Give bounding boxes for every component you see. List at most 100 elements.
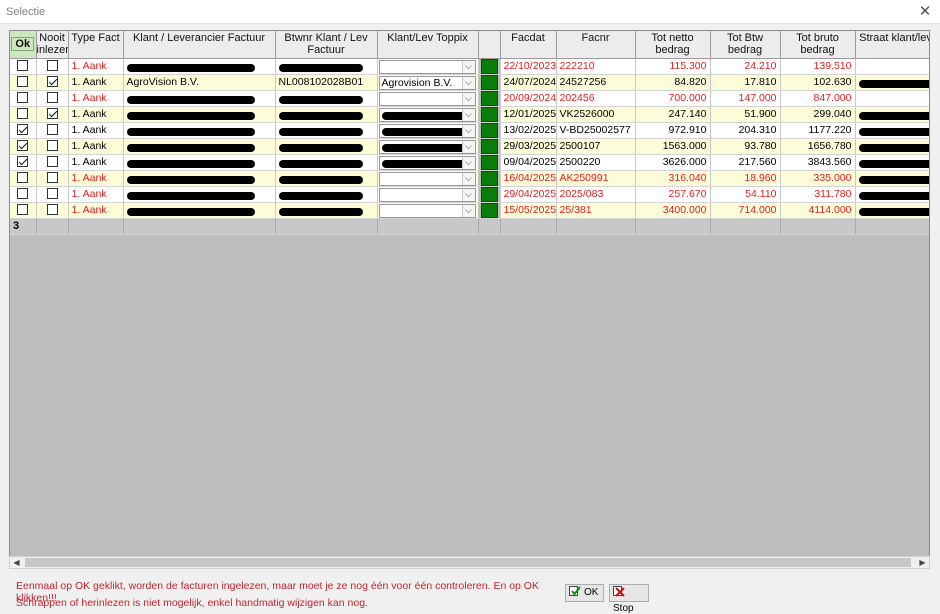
- toppix-dropdown-cell[interactable]: ⌵: [377, 186, 479, 203]
- ok-checkbox-box[interactable]: [17, 108, 29, 120]
- chevron-down-icon[interactable]: ⌵: [461, 204, 475, 217]
- chevron-down-icon[interactable]: ⌵: [461, 76, 475, 89]
- ok-checkbox[interactable]: [10, 90, 37, 107]
- table-row[interactable]: 1. Aank ⌵ 12/01/2025 VK2526000 247.140 51.900…: [10, 106, 929, 123]
- table-row[interactable]: 1. Aank AgroVision B.V. NL008102028B01 Agro…: [10, 74, 929, 91]
- close-icon[interactable]: ✕: [916, 3, 934, 21]
- ok-checkbox-box[interactable]: [17, 156, 29, 168]
- nooit-inlezen-checkbox[interactable]: [36, 90, 69, 107]
- table-row[interactable]: 1. Aank ⌵ 20/09/2024 202456 700.000 147.000 84…: [10, 90, 929, 107]
- ok-checkbox-box[interactable]: [17, 60, 29, 72]
- column-header-klant[interactable]: Klant / Leverancier Factuur: [123, 31, 276, 59]
- toppix-dropdown[interactable]: Agrovision B.V. ⌵: [378, 75, 476, 89]
- nooit-inlezen-checkbox-box[interactable]: [46, 108, 58, 120]
- table-row[interactable]: 1. Aank ⌵ 16/04/2025 AK250991 316.040 18.960 3…: [10, 170, 929, 187]
- column-header-btw-bedrag[interactable]: Tot Btw bedrag: [710, 31, 781, 59]
- ok-checkbox[interactable]: [10, 170, 37, 187]
- nooit-inlezen-checkbox[interactable]: [36, 106, 69, 123]
- table-row[interactable]: 1. Aank ⌵ 09/04/2025 2500220 3626.000 217.560…: [10, 154, 929, 171]
- toppix-dropdown-cell[interactable]: ⌵: [377, 138, 479, 155]
- toppix-dropdown[interactable]: ⌵: [378, 91, 476, 105]
- toppix-dropdown[interactable]: ⌵: [378, 171, 476, 185]
- ok-checkbox-box[interactable]: [17, 76, 29, 88]
- ok-button[interactable]: OK: [565, 584, 604, 602]
- table-row[interactable]: 1. Aank ⌵ 15/05/2025 25/381 3400.000 714.000 4…: [10, 202, 929, 219]
- ok-checkbox[interactable]: [10, 74, 37, 91]
- nooit-inlezen-checkbox-box[interactable]: [46, 156, 58, 168]
- chevron-down-icon[interactable]: ⌵: [461, 140, 475, 153]
- toppix-dropdown[interactable]: ⌵: [378, 59, 476, 73]
- chevron-down-icon[interactable]: ⌵: [461, 108, 475, 121]
- column-header-nooit-inlezen[interactable]: Nooit inlezen: [36, 31, 69, 59]
- chevron-down-icon[interactable]: ⌵: [461, 172, 475, 185]
- toppix-dropdown-cell[interactable]: Agrovision B.V. ⌵: [377, 74, 479, 91]
- chevron-down-icon[interactable]: ⌵: [461, 188, 475, 201]
- toppix-dropdown-cell[interactable]: ⌵: [377, 170, 479, 187]
- ok-checkbox-box[interactable]: [17, 188, 29, 200]
- toppix-dropdown[interactable]: ⌵: [378, 107, 476, 121]
- nooit-inlezen-checkbox-box[interactable]: [46, 172, 58, 184]
- column-header-ok[interactable]: Ok: [10, 31, 37, 59]
- nooit-inlezen-checkbox[interactable]: [36, 122, 69, 139]
- ok-checkbox[interactable]: [10, 122, 37, 139]
- toppix-dropdown[interactable]: ⌵: [378, 123, 476, 137]
- scrollbar-thumb[interactable]: [25, 558, 911, 567]
- toppix-dropdown-cell[interactable]: ⌵: [377, 202, 479, 219]
- nooit-inlezen-checkbox[interactable]: [36, 58, 69, 75]
- chevron-down-icon[interactable]: ⌵: [461, 124, 475, 137]
- column-header-netto[interactable]: Tot netto bedrag: [635, 31, 711, 59]
- ok-checkbox[interactable]: [10, 58, 37, 75]
- toppix-dropdown[interactable]: ⌵: [378, 187, 476, 201]
- column-header-status[interactable]: [478, 31, 501, 59]
- nooit-inlezen-checkbox[interactable]: [36, 74, 69, 91]
- chevron-down-icon[interactable]: ⌵: [461, 156, 475, 169]
- scroll-left-icon[interactable]: ◀: [10, 557, 23, 568]
- ok-checkbox[interactable]: [10, 154, 37, 171]
- ok-checkbox[interactable]: [10, 202, 37, 219]
- ok-checkbox-box[interactable]: [17, 92, 29, 104]
- column-header-facnr[interactable]: Facnr: [556, 31, 636, 59]
- stop-button[interactable]: Stop: [609, 584, 649, 614]
- ok-checkbox[interactable]: [10, 138, 37, 155]
- chevron-down-icon[interactable]: ⌵: [461, 60, 475, 73]
- ok-checkbox[interactable]: [10, 186, 37, 203]
- column-header-btwnr[interactable]: Btwnr Klant / Lev Factuur: [275, 31, 378, 59]
- toppix-dropdown-cell[interactable]: ⌵: [377, 106, 479, 123]
- nooit-inlezen-checkbox[interactable]: [36, 202, 69, 219]
- chevron-down-icon[interactable]: ⌵: [461, 92, 475, 105]
- table-row[interactable]: 1. Aank ⌵ 22/10/2023 222210 115.300 24.210 139…: [10, 58, 929, 75]
- ok-checkbox-box[interactable]: [17, 172, 29, 184]
- column-header-toppix[interactable]: Klant/Lev Toppix: [377, 31, 479, 59]
- scroll-right-icon[interactable]: ▶: [916, 557, 929, 568]
- ok-checkbox-box[interactable]: [17, 140, 29, 152]
- toppix-dropdown[interactable]: ⌵: [378, 139, 476, 153]
- nooit-inlezen-checkbox-box[interactable]: [46, 188, 58, 200]
- nooit-inlezen-checkbox-box[interactable]: [46, 92, 58, 104]
- nooit-inlezen-checkbox[interactable]: [36, 170, 69, 187]
- nooit-inlezen-checkbox-box[interactable]: [46, 76, 58, 88]
- toppix-dropdown-cell[interactable]: ⌵: [377, 90, 479, 107]
- column-header-straat[interactable]: Straat klant/lev: [855, 31, 929, 59]
- nooit-inlezen-checkbox[interactable]: [36, 138, 69, 155]
- nooit-inlezen-checkbox-box[interactable]: [46, 60, 58, 72]
- toppix-dropdown[interactable]: ⌵: [378, 203, 476, 217]
- ok-checkbox-box[interactable]: [17, 124, 29, 136]
- toppix-dropdown-cell[interactable]: ⌵: [377, 58, 479, 75]
- ok-checkbox-box[interactable]: [17, 204, 29, 216]
- toppix-dropdown-cell[interactable]: ⌵: [377, 154, 479, 171]
- nooit-inlezen-checkbox[interactable]: [36, 154, 69, 171]
- toppix-dropdown[interactable]: ⌵: [378, 155, 476, 169]
- table-row[interactable]: 1. Aank ⌵ 29/04/2025 2025/083 257.670 54.110 3…: [10, 186, 929, 203]
- nooit-inlezen-checkbox-box[interactable]: [46, 204, 58, 216]
- column-header-type-fact[interactable]: Type Fact: [68, 31, 124, 59]
- ok-checkbox[interactable]: [10, 106, 37, 123]
- nooit-inlezen-checkbox-box[interactable]: [46, 124, 58, 136]
- nooit-inlezen-checkbox-box[interactable]: [46, 140, 58, 152]
- table-row[interactable]: 1. Aank ⌵ 29/03/2025 2500107 1563.000 93.780 1…: [10, 138, 929, 155]
- nooit-inlezen-checkbox[interactable]: [36, 186, 69, 203]
- horizontal-scrollbar[interactable]: ◀ ▶: [9, 556, 930, 569]
- column-header-facdat[interactable]: Facdat: [500, 31, 557, 59]
- toppix-dropdown-cell[interactable]: ⌵: [377, 122, 479, 139]
- table-row[interactable]: 1. Aank ⌵ 13/02/2025 V-BD25002577 972.910 204…: [10, 122, 929, 139]
- column-header-bruto[interactable]: Tot bruto bedrag: [780, 31, 856, 59]
